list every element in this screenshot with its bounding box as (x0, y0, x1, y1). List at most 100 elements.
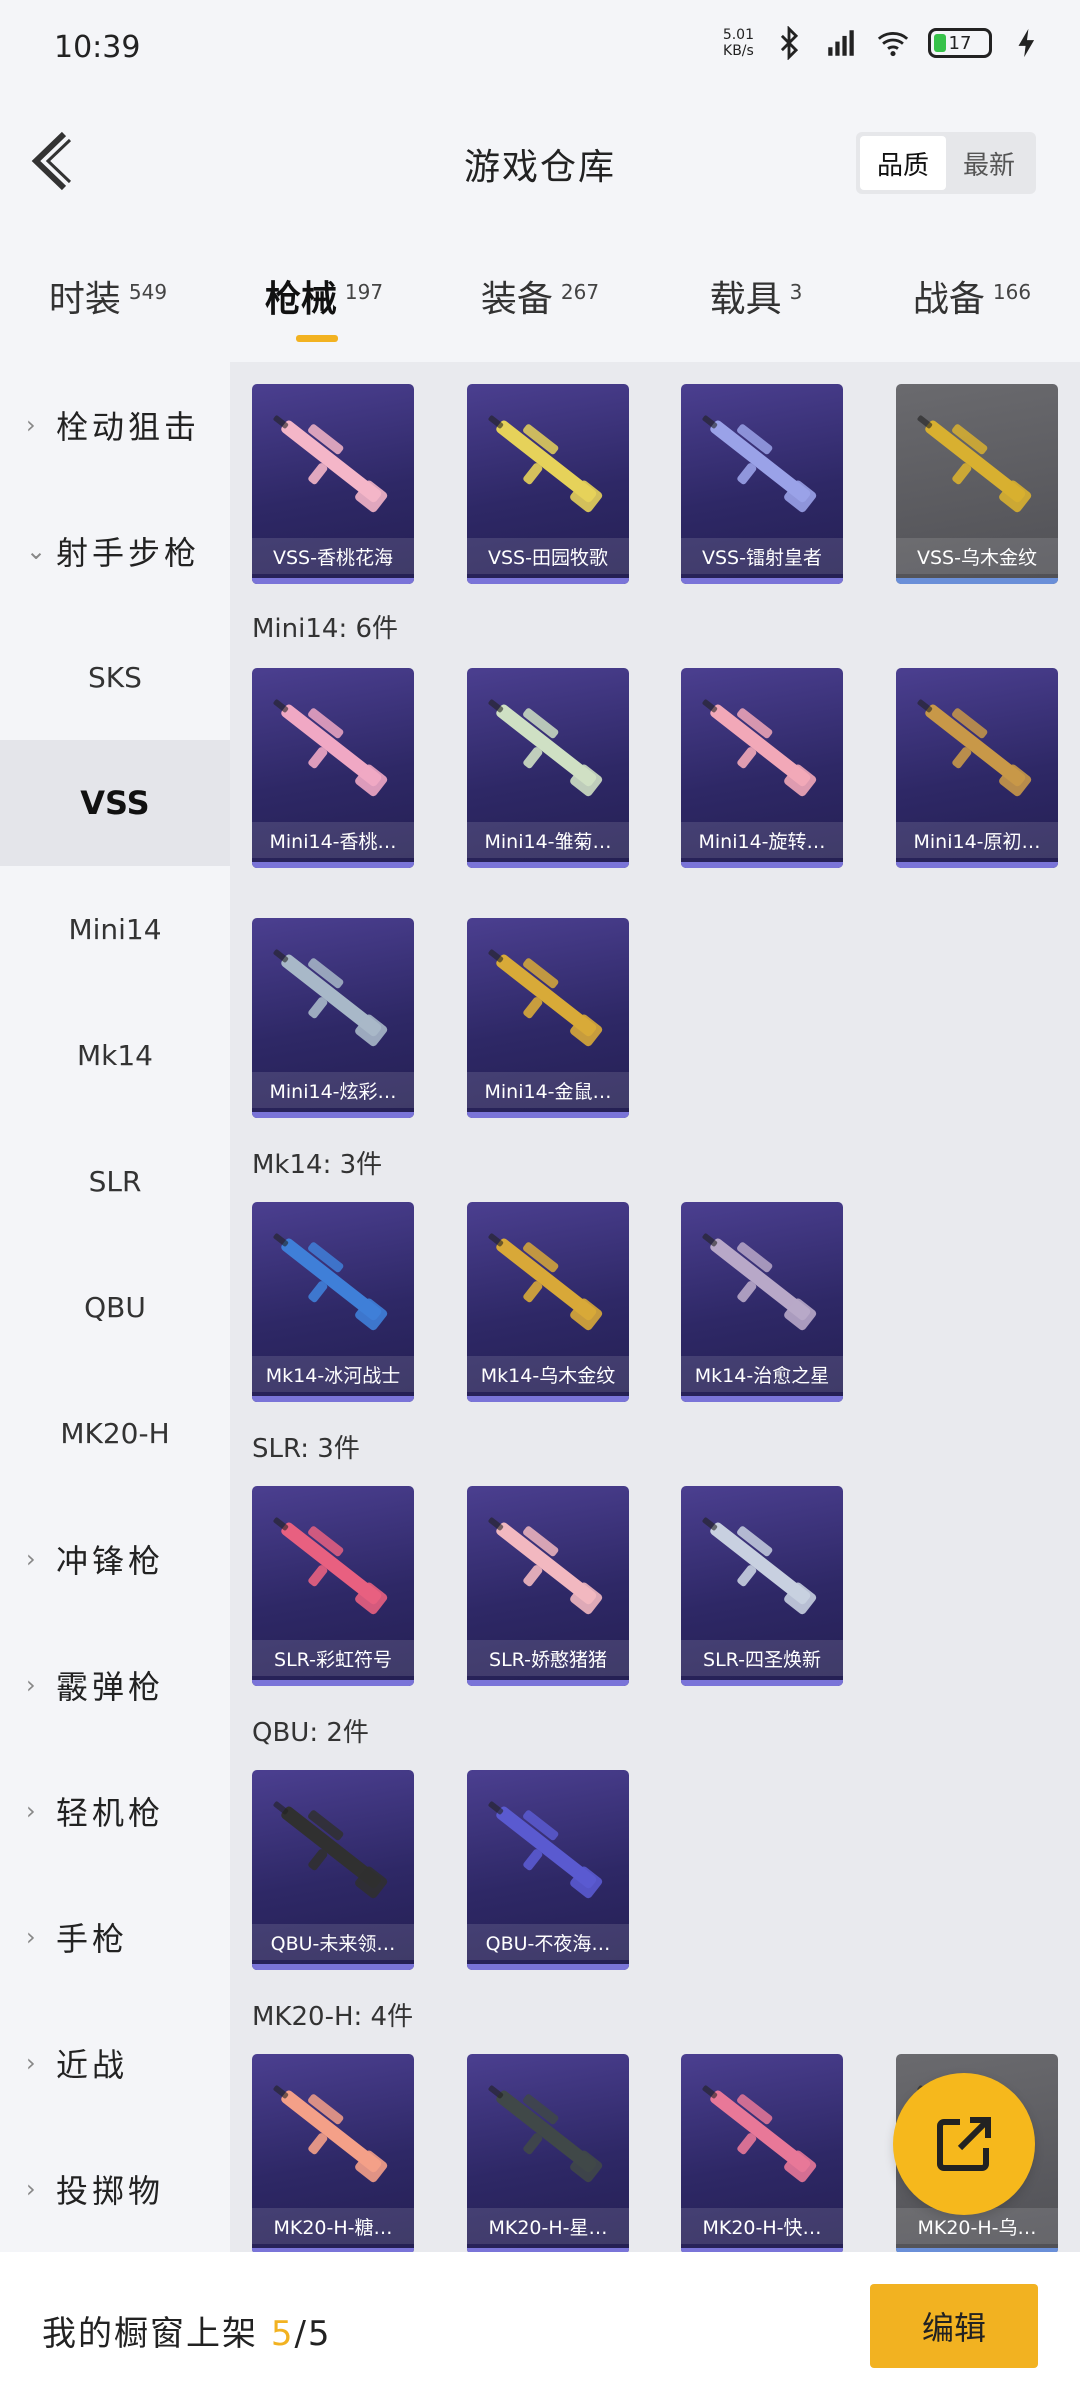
weapon-skin-image (488, 415, 603, 513)
rarity-bar (467, 862, 629, 868)
share-icon (937, 2117, 991, 2171)
sort-quality-button[interactable]: 品质 (860, 136, 946, 190)
chevron-down-icon: ⌄ (26, 537, 51, 565)
chevron-right-icon: › (26, 1923, 40, 1951)
sidebar-item-mk14[interactable]: Mk14 (0, 992, 230, 1118)
tab-supplies[interactable]: 战备 166 (864, 236, 1080, 356)
sidebar-item-throwables[interactable]: › 投掷物 (0, 2126, 230, 2252)
rarity-bar (681, 1396, 843, 1402)
weapon-skin-card[interactable]: SLR-四圣焕新 (681, 1486, 843, 1686)
weapon-skin-image (702, 415, 817, 513)
chevron-right-icon: › (26, 1545, 40, 1573)
weapon-skin-card[interactable]: QBU-未来领… (252, 1770, 414, 1970)
tab-fashion[interactable]: 时装 549 (0, 236, 216, 356)
rarity-bar (252, 1680, 414, 1686)
weapon-skin-name: MK20-H-糖… (252, 2208, 414, 2244)
weapon-category-sidebar: › 栓动狙击 ⌄ 射手步枪 SKS VSS Mini14 Mk14 SLR QBU … (0, 362, 230, 2252)
rarity-bar (681, 862, 843, 868)
weapon-skin-image (488, 2085, 603, 2183)
sidebar-item-qbu[interactable]: QBU (0, 1244, 230, 1370)
weapon-skin-name: VSS-香桃花海 (252, 538, 414, 574)
rarity-bar (896, 862, 1058, 868)
share-button[interactable] (893, 2073, 1035, 2215)
weapon-skin-card[interactable]: Mk14-治愈之星 (681, 1202, 843, 1402)
sidebar-item-melee[interactable]: › 近战 (0, 2000, 230, 2126)
weapon-skin-card[interactable]: SLR-娇憨猪猪 (467, 1486, 629, 1686)
rarity-bar (467, 1964, 629, 1970)
rarity-bar (467, 578, 629, 584)
weapon-skin-card[interactable]: Mini14-原初… (896, 668, 1058, 868)
weapon-skin-card[interactable]: Mini14-雏菊… (467, 668, 629, 868)
weapon-skin-card[interactable]: VSS-镭射皇者 (681, 384, 843, 584)
tab-equipment[interactable]: 装备 267 (432, 236, 648, 356)
weapon-skin-card[interactable]: MK20-H-快… (681, 2054, 843, 2252)
weapon-skin-image (273, 1517, 388, 1615)
sidebar-item-smg[interactable]: › 冲锋枪 (0, 1496, 230, 1622)
weapon-skin-card[interactable]: Mk14-乌木金纹 (467, 1202, 629, 1402)
bluetooth-icon (780, 26, 799, 60)
sort-toggle: 品质 最新 (856, 132, 1036, 194)
battery-icon: 17 (928, 28, 992, 58)
weapon-skin-image (273, 949, 388, 1047)
section-title-qbu: QBU: 2件 (252, 1718, 369, 1748)
weapon-skin-name: SLR-四圣焕新 (681, 1640, 843, 1676)
weapon-skin-card[interactable]: VSS-田园牧歌 (467, 384, 629, 584)
chevron-right-icon: › (26, 1671, 40, 1699)
tab-guns[interactable]: 枪械 197 (216, 236, 432, 356)
weapon-skin-card[interactable]: Mk14-冰河战士 (252, 1202, 414, 1402)
sidebar-item-slr[interactable]: SLR (0, 1118, 230, 1244)
weapon-skin-image (488, 1517, 603, 1615)
sort-latest-button[interactable]: 最新 (946, 136, 1032, 190)
wifi-icon (877, 32, 909, 57)
weapon-skin-card[interactable]: Mini14-炫彩… (252, 918, 414, 1118)
weapon-skin-card[interactable]: VSS-香桃花海 (252, 384, 414, 584)
sidebar-item-lmg[interactable]: › 轻机枪 (0, 1748, 230, 1874)
section-title-mk20h: MK20-H: 4件 (252, 2002, 414, 2032)
weapon-skin-name: Mini14-原初… (896, 822, 1058, 858)
edit-button[interactable]: 编辑 (870, 2284, 1038, 2368)
weapon-skin-card[interactable]: Mini14-香桃… (252, 668, 414, 868)
weapon-skin-card[interactable]: MK20-H-糖… (252, 2054, 414, 2252)
weapon-skin-image (702, 699, 817, 797)
weapon-skin-image (273, 1233, 388, 1331)
weapon-skin-name: MK20-H-星… (467, 2208, 629, 2244)
weapon-skin-card[interactable]: QBU-不夜海… (467, 1770, 629, 1970)
weapon-skin-name: MK20-H-快… (681, 2208, 843, 2244)
sidebar-item-pistol[interactable]: › 手枪 (0, 1874, 230, 2000)
status-time: 10:39 (54, 30, 141, 65)
rarity-bar (252, 1112, 414, 1118)
weapon-skin-image (702, 1517, 817, 1615)
sidebar-item-mini14[interactable]: Mini14 (0, 866, 230, 992)
sidebar-item-shotgun[interactable]: › 霰弹枪 (0, 1622, 230, 1748)
chevron-right-icon: › (26, 2049, 40, 2077)
network-speed: 5.01 KB/s (722, 27, 754, 59)
weapon-skin-name: VSS-田园牧歌 (467, 538, 629, 574)
tab-vehicles[interactable]: 载具 3 (648, 236, 864, 356)
rarity-bar (467, 1680, 629, 1686)
weapon-skin-name: Mini14-金鼠… (467, 1072, 629, 1108)
weapon-skin-image (273, 699, 388, 797)
sidebar-item-vss[interactable]: VSS (0, 740, 230, 866)
weapon-skin-image (917, 699, 1032, 797)
rarity-bar (681, 578, 843, 584)
sidebar-item-bolt-sniper[interactable]: › 栓动狙击 (0, 362, 230, 488)
section-title-mk14: Mk14: 3件 (252, 1150, 383, 1180)
showcase-total-count: /5 (294, 2314, 332, 2354)
rarity-bar (896, 578, 1058, 584)
weapon-skin-image (488, 1801, 603, 1899)
weapon-skin-image (273, 1801, 388, 1899)
weapon-skin-name: Mini14-旋转… (681, 822, 843, 858)
weapon-skin-card[interactable]: Mini14-金鼠… (467, 918, 629, 1118)
weapon-skin-card[interactable]: SLR-彩虹符号 (252, 1486, 414, 1686)
weapon-skin-card[interactable]: Mini14-旋转… (681, 668, 843, 868)
weapon-skin-name: QBU-未来领… (252, 1924, 414, 1960)
sidebar-item-mk20h[interactable]: MK20-H (0, 1370, 230, 1496)
weapon-skin-card[interactable]: MK20-H-星… (467, 2054, 629, 2252)
sidebar-item-sks[interactable]: SKS (0, 614, 230, 740)
weapon-skin-image (702, 2085, 817, 2183)
weapon-skin-card[interactable]: VSS-乌木金纹 (896, 384, 1058, 584)
rarity-bar (252, 578, 414, 584)
weapon-skin-name: Mk14-乌木金纹 (467, 1356, 629, 1392)
weapon-skin-grid: Mini14: 6件 Mk14: 3件 SLR: 3件 QBU: 2件 MK20… (230, 362, 1080, 2252)
sidebar-item-dmr[interactable]: ⌄ 射手步枪 (0, 488, 230, 614)
